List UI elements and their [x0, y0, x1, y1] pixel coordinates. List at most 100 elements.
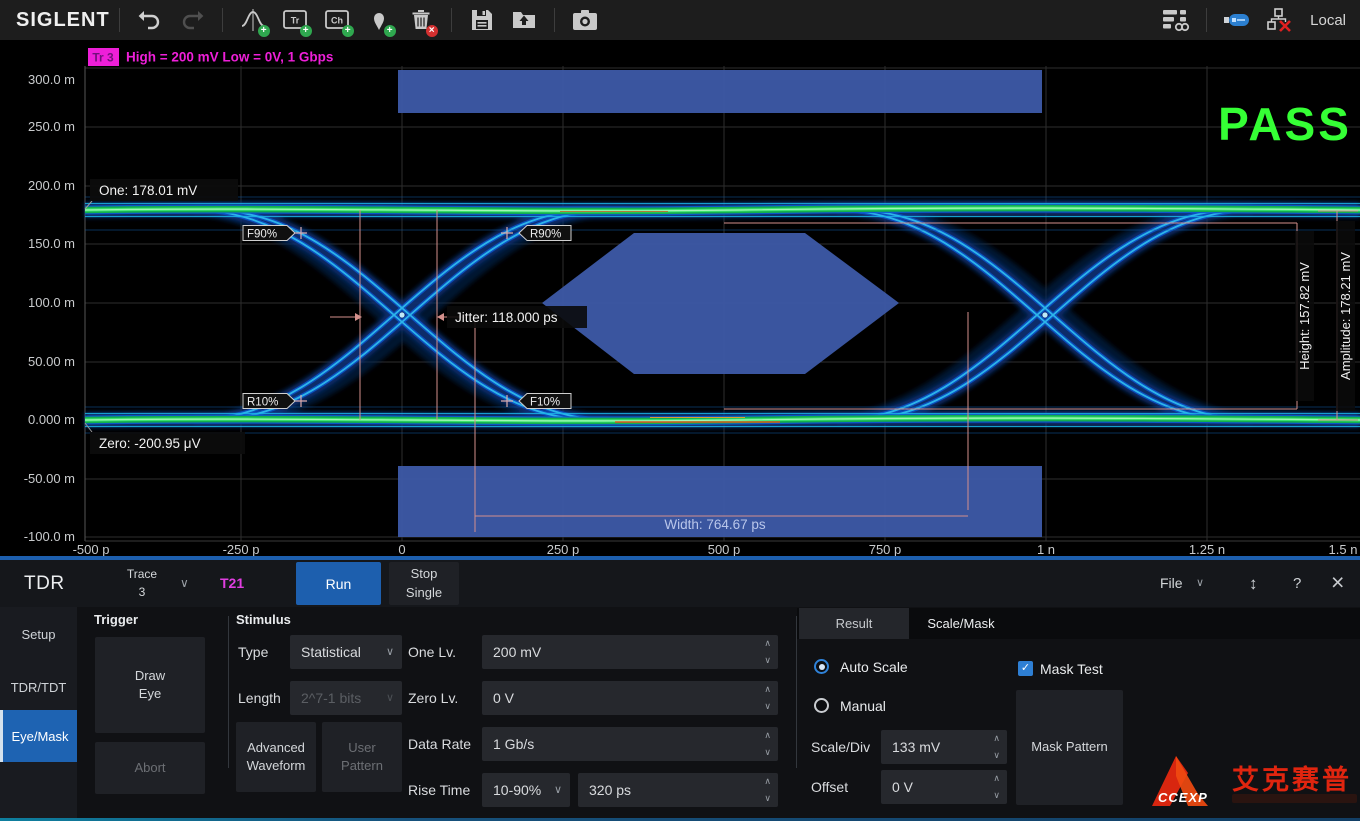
- undo-button[interactable]: [129, 0, 171, 40]
- trace-selector[interactable]: Trace 3: [110, 565, 174, 601]
- add-waveform-button[interactable]: +: [232, 0, 274, 40]
- accexp-wordmark: CCEXP: [1158, 790, 1208, 805]
- help-button[interactable]: ?: [1293, 560, 1301, 607]
- length-dropdown[interactable]: 2^7-1 bits ∨: [290, 681, 402, 715]
- display-config-button[interactable]: [1155, 0, 1197, 40]
- add-marker-button[interactable]: +: [358, 0, 400, 40]
- amplitude-label: Amplitude: 178.21 mV: [1338, 252, 1353, 380]
- spinner-down-icon[interactable]: ∨: [764, 654, 771, 667]
- svg-text:-100.0 m: -100.0 m: [24, 529, 75, 544]
- connection-mode-label: Local: [1310, 12, 1346, 29]
- spinner-down-icon[interactable]: ∨: [764, 792, 771, 805]
- mask-test-checkbox[interactable]: [1018, 661, 1033, 676]
- chevron-down-icon: ∨: [386, 681, 394, 715]
- spinner-down-icon[interactable]: ∨: [764, 700, 771, 713]
- chevron-down-icon: ∨: [386, 635, 394, 669]
- redo-button[interactable]: [171, 0, 213, 40]
- one-level-field-label: One Lv.: [408, 635, 456, 669]
- trigger-group-title: Trigger: [94, 612, 138, 627]
- type-label: Type: [238, 635, 268, 669]
- spinner-up-icon[interactable]: ∧: [764, 683, 771, 696]
- panel-divider: [228, 616, 229, 768]
- spinner-down-icon[interactable]: ∨: [764, 746, 771, 759]
- svg-text:250 p: 250 p: [547, 542, 580, 557]
- rise-time-stepper[interactable]: 320 ps ∧ ∨: [578, 773, 778, 807]
- file-menu[interactable]: File: [1160, 560, 1183, 607]
- save-button[interactable]: [461, 0, 503, 40]
- scale-div-label: Scale/Div: [811, 730, 870, 764]
- jitter-label: Jitter: 118.000 ps: [455, 310, 558, 325]
- offset-label: Offset: [811, 770, 848, 804]
- spinner-down-icon[interactable]: ∨: [993, 789, 1000, 802]
- usb-status[interactable]: [1216, 0, 1258, 40]
- toolbar-separator: [451, 8, 452, 32]
- svg-text:0: 0: [398, 542, 405, 557]
- rise-range-dropdown[interactable]: 10-90% ∨: [482, 773, 570, 807]
- svg-text:R90%: R90%: [530, 229, 561, 241]
- manual-label: Manual: [840, 691, 886, 721]
- offset-stepper[interactable]: 0 V ∧ ∨: [881, 770, 1007, 804]
- camera-icon: [571, 7, 599, 33]
- svg-text:750 p: 750 p: [869, 542, 902, 557]
- screenshot-button[interactable]: [564, 0, 606, 40]
- spinner-up-icon[interactable]: ∧: [993, 772, 1000, 785]
- toolbar-separator: [554, 8, 555, 32]
- one-level-stepper[interactable]: 200 mV ∧ ∨: [482, 635, 778, 669]
- resize-panel-button[interactable]: ↕: [1249, 560, 1258, 607]
- zero-level-label: Zero: -200.95 μV: [99, 436, 201, 451]
- close-button[interactable]: ×: [1331, 560, 1344, 605]
- layout-config-icon: [1161, 7, 1191, 33]
- folder-open-icon: [511, 7, 537, 33]
- top-toolbar: SIGLENT + Tr +: [0, 0, 1360, 40]
- open-button[interactable]: [503, 0, 545, 40]
- stimulus-group-title: Stimulus: [236, 612, 291, 627]
- length-label: Length: [238, 681, 281, 715]
- run-button[interactable]: Run: [296, 562, 381, 605]
- chevron-down-icon[interactable]: ∨: [1196, 560, 1204, 607]
- result-tabstrip: Result Scale/Mask: [797, 608, 1360, 639]
- control-panel: TDR Trace 3 ∨ T21 Run Stop Single File ∨…: [0, 560, 1360, 818]
- add-badge-icon: +: [342, 25, 354, 37]
- svg-text:150.0 m: 150.0 m: [28, 236, 75, 251]
- mask-pattern-button[interactable]: Mask Pattern: [1016, 690, 1123, 805]
- add-trace-button[interactable]: Tr +: [274, 0, 316, 40]
- sidebar-item-tdr-tdt[interactable]: TDR/TDT: [0, 661, 77, 713]
- stop-single-button[interactable]: Stop Single: [389, 562, 459, 605]
- spinner-up-icon[interactable]: ∧: [764, 729, 771, 742]
- data-rate-stepper[interactable]: 1 Gb/s ∧ ∨: [482, 727, 778, 761]
- chevron-down-icon: ∨: [554, 773, 562, 807]
- sidebar-item-setup[interactable]: Setup: [0, 608, 77, 660]
- spinner-down-icon[interactable]: ∨: [993, 749, 1000, 762]
- spinner-up-icon[interactable]: ∧: [764, 637, 771, 650]
- svg-text:1.5 n: 1.5 n: [1329, 542, 1358, 557]
- auto-scale-radio[interactable]: [814, 659, 829, 674]
- advanced-waveform-button[interactable]: Advanced Waveform: [236, 722, 316, 792]
- svg-text:-500 p: -500 p: [73, 542, 110, 557]
- draw-eye-button[interactable]: Draw Eye: [95, 637, 205, 733]
- undo-icon: [138, 8, 162, 32]
- svg-text:250.0 m: 250.0 m: [28, 119, 75, 134]
- redo-icon: [180, 8, 204, 32]
- toolbar-separator: [1206, 8, 1207, 32]
- manual-radio[interactable]: [814, 698, 829, 713]
- network-status[interactable]: [1258, 0, 1300, 40]
- delete-button[interactable]: ×: [400, 0, 442, 40]
- height-label: Height: 157.82 mV: [1297, 262, 1312, 370]
- svg-text:200.0 m: 200.0 m: [28, 178, 75, 193]
- chevron-down-icon[interactable]: ∨: [180, 560, 189, 607]
- trace-id-label: T21: [220, 560, 244, 607]
- tab-scale-mask[interactable]: Scale/Mask: [909, 608, 1013, 639]
- auto-scale-label: Auto Scale: [840, 652, 908, 682]
- sidebar-item-eye-mask[interactable]: Eye/Mask: [0, 710, 77, 762]
- user-pattern-button[interactable]: User Pattern: [322, 722, 402, 792]
- zero-level-stepper[interactable]: 0 V ∧ ∨: [482, 681, 778, 715]
- network-error-icon: [1266, 7, 1292, 33]
- tab-result[interactable]: Result: [799, 608, 909, 639]
- scale-div-stepper[interactable]: 133 mV ∧ ∨: [881, 730, 1007, 764]
- type-dropdown[interactable]: Statistical ∨: [290, 635, 402, 669]
- spinner-up-icon[interactable]: ∧: [764, 775, 771, 788]
- usb-icon: [1223, 10, 1251, 30]
- spinner-up-icon[interactable]: ∧: [993, 732, 1000, 745]
- abort-button[interactable]: Abort: [95, 742, 205, 794]
- add-channel-button[interactable]: Ch +: [316, 0, 358, 40]
